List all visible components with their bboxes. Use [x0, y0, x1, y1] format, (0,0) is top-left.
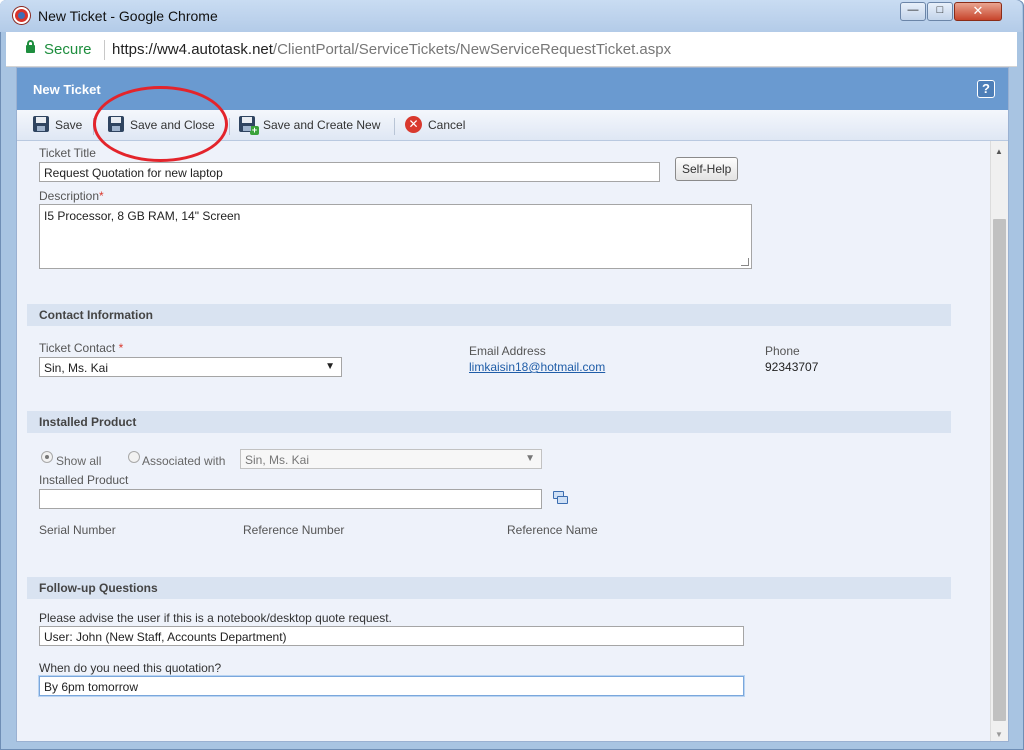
ticket-contact-label-text: Ticket Contact — [39, 341, 116, 355]
chevron-down-icon: ▼ — [325, 361, 335, 372]
close-icon: ✕ — [972, 3, 984, 18]
product-lookup-icon[interactable] — [553, 491, 569, 505]
page-title: New Ticket — [33, 82, 101, 97]
minimize-icon: — — [907, 4, 919, 16]
ticket-title-label: Ticket Title — [39, 146, 96, 160]
save-label: Save — [55, 118, 83, 132]
scroll-down-icon[interactable]: ▼ — [995, 730, 1003, 739]
minimize-button[interactable]: — — [900, 2, 926, 21]
followup-question-2-label: When do you need this quotation? — [39, 661, 222, 675]
phone-label: Phone — [765, 344, 800, 358]
installed-product-input[interactable] — [39, 489, 542, 509]
lock-icon[interactable] — [26, 40, 35, 53]
associated-with-value: Sin, Ms. Kai — [245, 453, 310, 467]
show-all-radio[interactable] — [41, 451, 53, 463]
ticket-page: New Ticket ? Save Save and Close + Save … — [16, 67, 1009, 742]
address-bar[interactable]: Secure https://ww4.autotask.net/ClientPo… — [6, 32, 1017, 67]
ticket-form: Ticket Title Request Quotation for new l… — [17, 141, 990, 741]
followup-section-header: Follow-up Questions — [27, 577, 951, 599]
email-address-label: Email Address — [469, 344, 546, 358]
description-label-text: Description — [39, 189, 100, 203]
self-help-button[interactable]: Self-Help — [675, 157, 739, 181]
description-textarea[interactable]: I5 Processor, 8 GB RAM, 14" Screen — [39, 204, 752, 269]
email-address-link[interactable]: limkaisin18@hotmail.com — [469, 360, 605, 374]
toolbar: Save Save and Close + Save and Create Ne… — [17, 110, 1008, 141]
help-icon[interactable]: ? — [977, 80, 995, 98]
resize-grip-icon[interactable] — [741, 258, 749, 266]
window-title: New Ticket - Google Chrome — [38, 8, 218, 24]
scroll-thumb[interactable] — [993, 219, 1006, 721]
save-and-create-new-button[interactable]: + Save and Create New — [239, 115, 384, 135]
save-icon — [33, 116, 49, 132]
show-all-label[interactable]: Show all — [56, 454, 101, 468]
phone-value: 92343707 — [765, 360, 819, 374]
followup-answer-1-input[interactable]: User: John (New Staff, Accounts Departme… — [39, 626, 744, 646]
save-close-icon — [108, 116, 124, 132]
plus-icon: + — [250, 125, 259, 135]
address-divider — [104, 40, 105, 60]
maximize-button[interactable]: □ — [927, 2, 953, 21]
window-title-bar: New Ticket - Google Chrome — □ ✕ — [0, 0, 1022, 32]
save-and-create-new-label: Save and Create New — [263, 118, 381, 132]
reference-number-label: Reference Number — [243, 523, 345, 537]
vertical-scrollbar[interactable]: ▲ ▼ — [990, 141, 1008, 741]
description-value: I5 Processor, 8 GB RAM, 14" Screen — [44, 209, 241, 223]
lookup-card-front — [557, 496, 568, 504]
followup-section-title: Follow-up Questions — [39, 581, 158, 595]
save-button[interactable]: Save — [33, 115, 83, 135]
cancel-label: Cancel — [428, 118, 466, 132]
scroll-up-icon[interactable]: ▲ — [995, 147, 1003, 156]
contact-section-header: Contact Information — [27, 304, 951, 326]
installed-product-label: Installed Product — [39, 473, 129, 487]
serial-number-label: Serial Number — [39, 523, 116, 537]
ticket-contact-label: Ticket Contact * — [39, 341, 123, 355]
description-label: Description* — [39, 189, 104, 203]
toolbar-divider — [229, 118, 230, 135]
installed-product-section-header: Installed Product — [27, 411, 951, 433]
url-host: https://ww4.autotask.net — [112, 41, 273, 58]
required-mark: * — [118, 341, 124, 355]
secure-label[interactable]: Secure — [44, 41, 92, 58]
reference-name-label: Reference Name — [507, 523, 598, 537]
required-mark: * — [99, 189, 104, 203]
ticket-contact-value: Sin, Ms. Kai — [44, 361, 109, 375]
followup-answer-2-input[interactable]: By 6pm tomorrow — [39, 676, 744, 696]
followup-question-1-label: Please advise the user if this is a note… — [39, 611, 392, 625]
associated-with-label[interactable]: Associated with — [142, 454, 225, 468]
save-new-icon: + — [239, 116, 259, 135]
associated-with-radio[interactable] — [128, 451, 140, 463]
save-and-close-button[interactable]: Save and Close — [108, 115, 218, 135]
cancel-button[interactable]: ✕ Cancel — [405, 115, 470, 135]
page-header: New Ticket ? — [17, 68, 1008, 110]
url-text[interactable]: https://ww4.autotask.net/ClientPortal/Se… — [112, 41, 671, 58]
save-and-close-label: Save and Close — [130, 118, 215, 132]
associated-with-select[interactable]: Sin, Ms. Kai ▼ — [240, 449, 542, 469]
maximize-icon: □ — [936, 4, 944, 16]
ticket-title-input[interactable]: Request Quotation for new laptop — [39, 162, 660, 182]
contact-section-title: Contact Information — [39, 308, 153, 322]
url-path: /ClientPortal/ServiceTickets/NewServiceR… — [272, 41, 672, 58]
chrome-icon — [13, 7, 30, 24]
chevron-down-icon: ▼ — [525, 453, 535, 464]
cancel-icon: ✕ — [405, 116, 422, 133]
installed-product-section-title: Installed Product — [39, 415, 137, 429]
toolbar-divider — [93, 118, 94, 135]
toolbar-divider — [394, 118, 395, 135]
ticket-contact-select[interactable]: Sin, Ms. Kai ▼ — [39, 357, 342, 377]
close-button[interactable]: ✕ — [954, 2, 1002, 21]
